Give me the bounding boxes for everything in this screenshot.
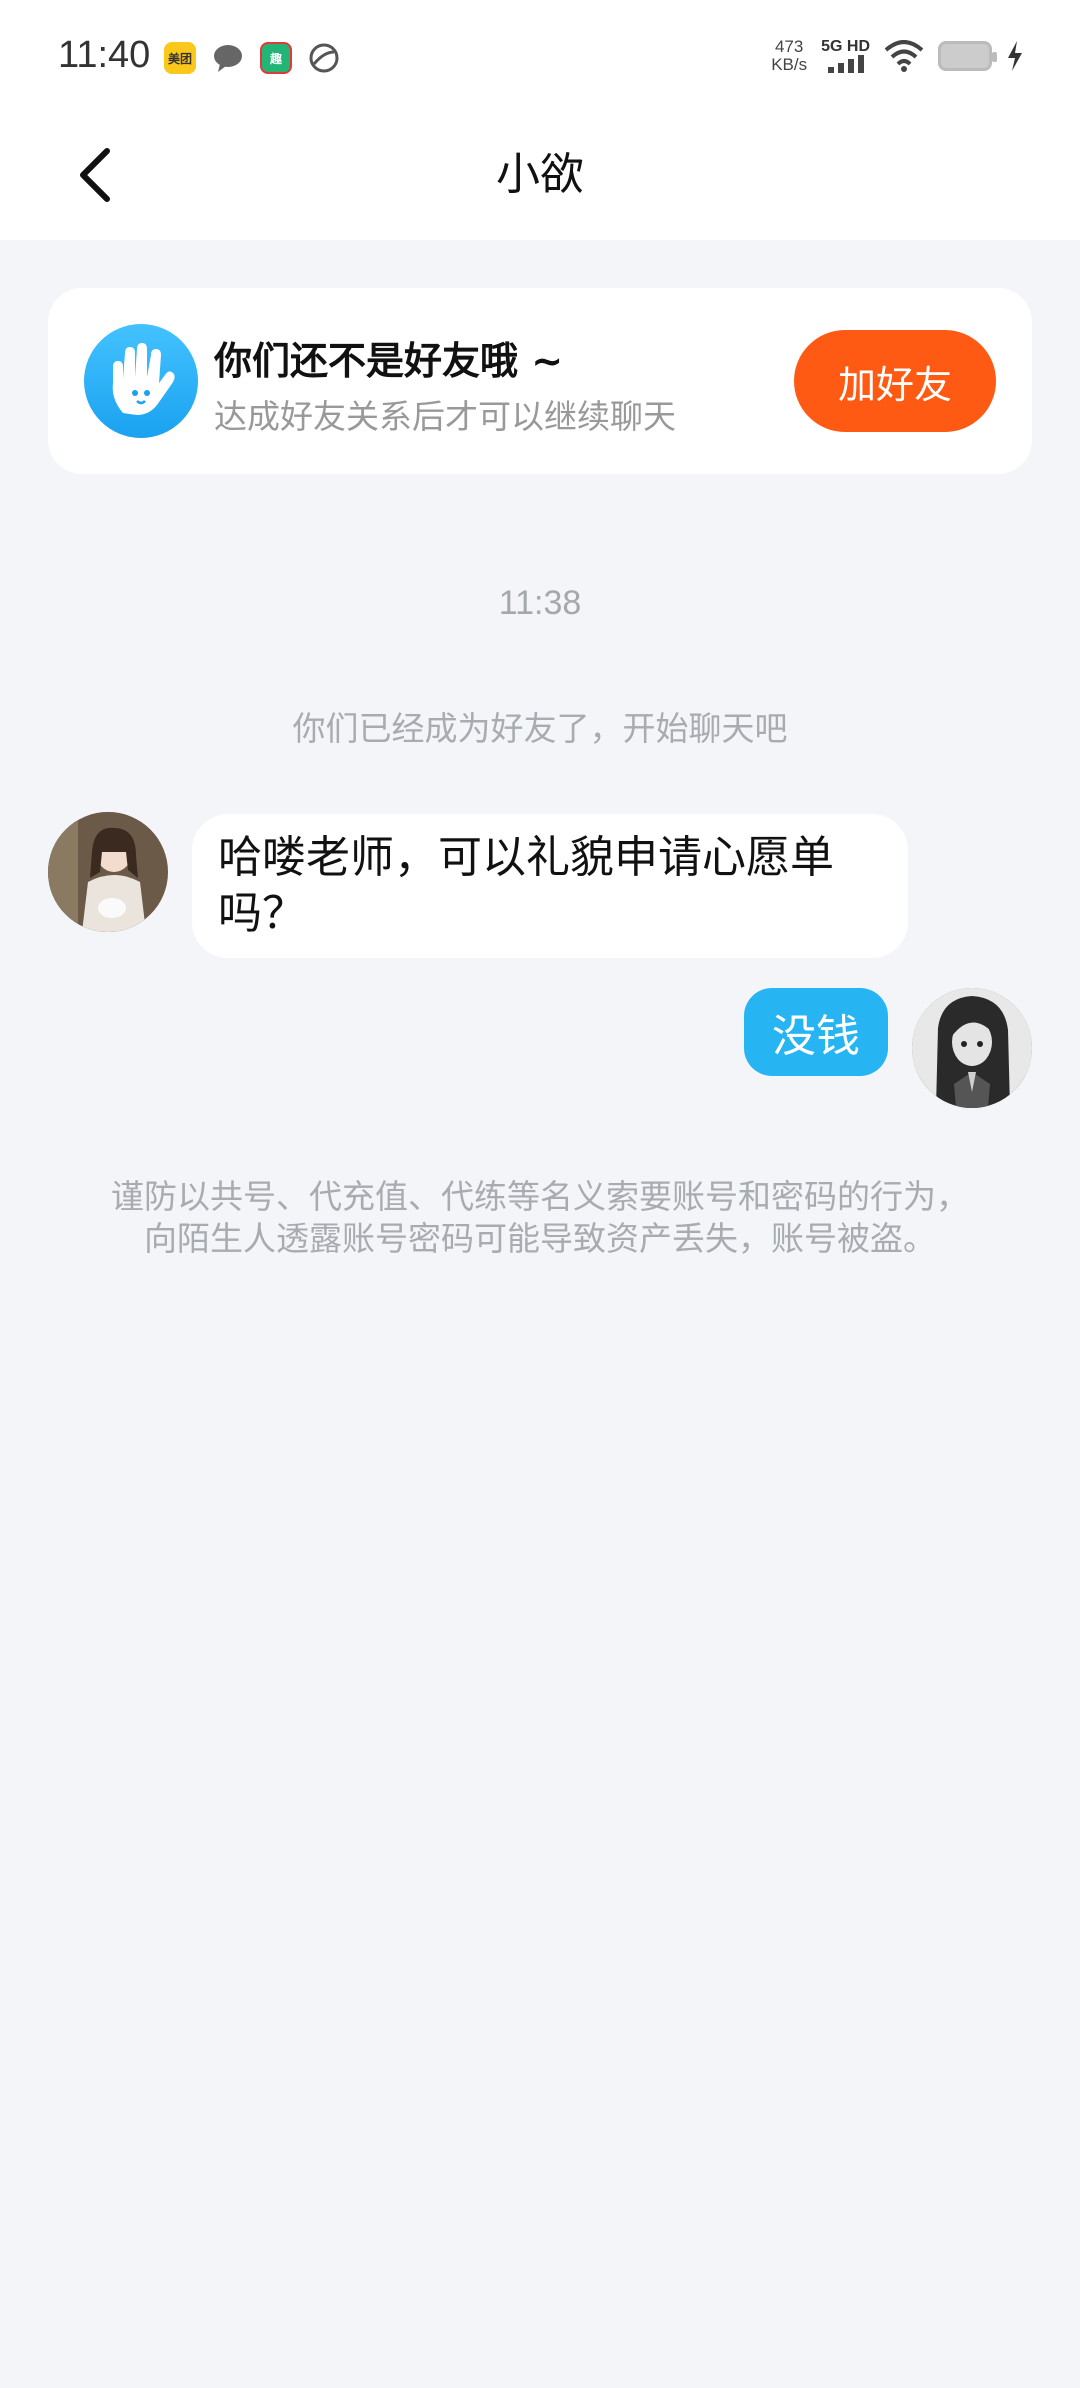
add-friend-button[interactable]: 加好友 xyxy=(794,330,996,432)
signal-label: 5G HD xyxy=(821,38,870,55)
message-bubble-sent[interactable]: 没钱 xyxy=(744,988,888,1076)
net-speed: 473 KB/s xyxy=(771,38,807,74)
charging-icon xyxy=(1008,41,1022,71)
hand-wave-icon xyxy=(84,324,198,438)
status-right: 473 KB/s 5G HD xyxy=(771,38,1024,74)
net-speed-unit: KB/s xyxy=(771,55,808,74)
card-subtitle: 达成好友关系后才可以继续聊天 xyxy=(214,397,676,436)
message-bubble-received[interactable]: 哈喽老师，可以礼貌申请心愿单吗？ xyxy=(192,814,908,958)
notification-icons: 美团 趣 xyxy=(164,42,340,74)
system-message: 你们已经成为好友了，开始聊天吧 xyxy=(292,709,788,748)
ball-icon xyxy=(308,42,340,74)
signal-bars-icon xyxy=(827,55,864,73)
nav-bar: 小欲 xyxy=(0,110,1080,240)
wifi-icon xyxy=(884,40,924,72)
card-title: 你们还不是好友哦 ~ xyxy=(214,339,564,383)
signal-indicator: 5G HD xyxy=(821,39,870,73)
meituan-icon: 美团 xyxy=(164,42,196,74)
friend-notice-card: 你们还不是好友哦 ~ 达成好友关系后才可以继续聊天 加好友 xyxy=(48,288,1032,474)
chat-timestamp: 11:38 xyxy=(498,584,582,622)
status-bar: 11:40 美团 趣 473 KB/s 5G HD xyxy=(0,0,1080,110)
message-icon xyxy=(212,42,244,74)
avatar[interactable] xyxy=(48,812,168,932)
status-time: 11:40 xyxy=(58,34,151,76)
avatar[interactable] xyxy=(912,988,1032,1108)
security-warning: 谨防以共号、代充值、代练等名义索要账号和密码的行为，向陌生人透露账号密码可能导致… xyxy=(111,1177,969,1258)
net-speed-value: 473 xyxy=(774,37,804,56)
chat-screen: 11:40 美团 趣 473 KB/s 5G HD 小欲 你们还不是好友哦 ~ … xyxy=(0,0,1080,2388)
page-title: 小欲 xyxy=(496,149,584,200)
battery-icon xyxy=(938,41,997,71)
qu-app-icon: 趣 xyxy=(260,42,292,74)
